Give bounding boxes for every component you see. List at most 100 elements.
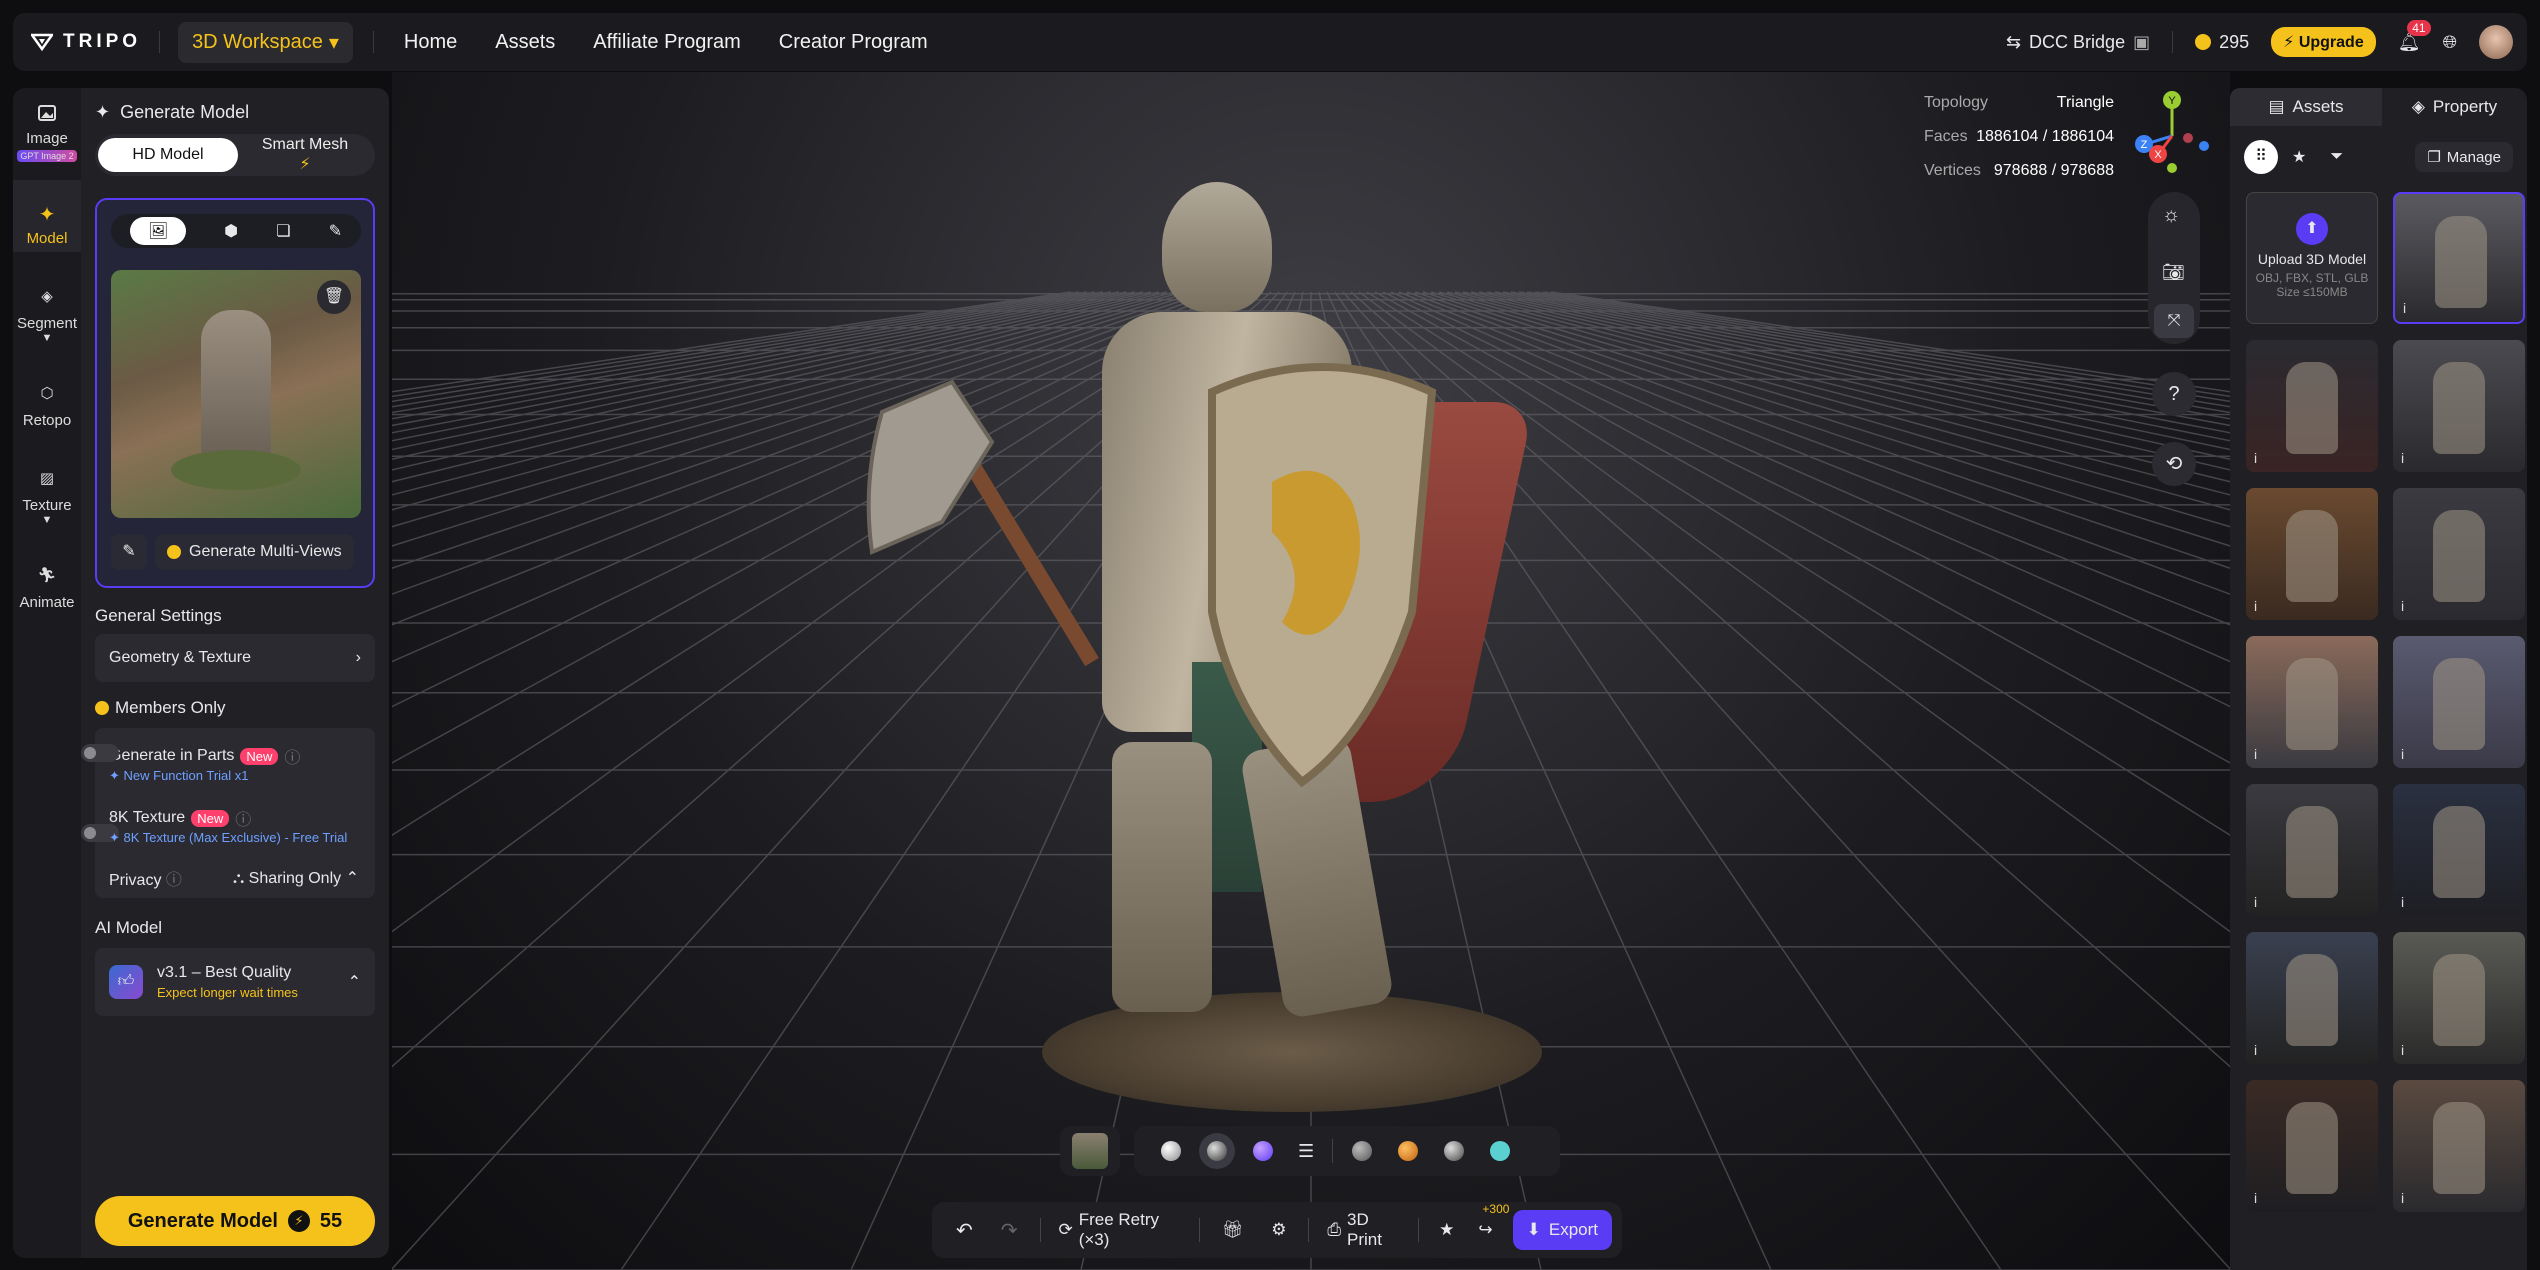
parts-toggle[interactable] xyxy=(81,744,119,762)
textured-mode-button[interactable] xyxy=(1207,1141,1227,1161)
grid-view-icon[interactable]: ⠿ xyxy=(2244,140,2278,174)
general-settings-heading: General Settings xyxy=(95,606,222,625)
left-nav-retopo[interactable]: ⬡ Retopo xyxy=(13,384,81,429)
nav-affiliate[interactable]: Affiliate Program xyxy=(593,31,740,54)
normal-mode-button[interactable] xyxy=(1253,1141,1273,1161)
members-label: Members Only xyxy=(115,698,226,717)
nav-creator[interactable]: Creator Program xyxy=(779,31,928,54)
env-orange-button[interactable] xyxy=(1398,1141,1419,1161)
asset-thumbnail[interactable]: i xyxy=(2246,340,2378,472)
left-nav-texture[interactable]: ▨ Texture ▼ xyxy=(13,469,81,526)
help-icon[interactable]: ⓘ xyxy=(166,872,182,889)
globe-icon[interactable]: 🌐︎ xyxy=(2443,32,2457,53)
asset-thumbnail[interactable]: i xyxy=(2393,784,2525,916)
settings-sliders-icon[interactable]: ☰ xyxy=(1298,1141,1314,1162)
info-icon[interactable]: i xyxy=(2254,450,2257,466)
rig-icon[interactable]: ⚙ xyxy=(1271,1220,1286,1240)
delete-image-button[interactable]: 🗑︎ xyxy=(317,280,351,314)
info-icon[interactable]: i xyxy=(2254,598,2257,614)
multi-image-tab[interactable]: ❏ xyxy=(276,221,290,241)
manage-button[interactable]: ❐ Manage xyxy=(2415,142,2513,172)
upload-size: Size ≤150MB xyxy=(2276,285,2348,299)
history-icon[interactable]: ⟲ xyxy=(2152,442,2196,486)
info-icon[interactable]: i xyxy=(2401,450,2404,466)
generate-multiviews-button[interactable]: Generate Multi-Views xyxy=(155,534,354,570)
uploaded-image[interactable]: 🗑︎ xyxy=(111,270,361,518)
asset-thumbnail[interactable]: i xyxy=(2246,784,2378,916)
star-icon[interactable]: ★ xyxy=(1439,1220,1454,1240)
asset-thumbnail[interactable]: i xyxy=(2393,192,2525,324)
credit-balance[interactable]: 295 xyxy=(2195,32,2249,53)
upgrade-button[interactable]: ⚡ Upgrade xyxy=(2271,27,2376,57)
asset-thumbnail[interactable]: i xyxy=(2393,340,2525,472)
assets-tab[interactable]: ▤ Assets xyxy=(2230,88,2382,126)
info-icon[interactable]: i xyxy=(2254,894,2257,910)
smart-mesh-tab[interactable]: Smart Mesh ⚡ xyxy=(238,128,372,182)
help-icon[interactable]: ? xyxy=(2152,372,2196,416)
pencil-tab[interactable]: ✎ xyxy=(329,221,342,241)
info-icon[interactable]: i xyxy=(2401,1190,2404,1206)
hd-model-tab[interactable]: HD Model xyxy=(98,138,238,172)
left-nav-segment[interactable]: ◈ Segment ▼ xyxy=(13,287,81,344)
property-tab[interactable]: ◈ Property xyxy=(2382,88,2527,126)
light-icon[interactable]: ☼ xyxy=(2162,204,2180,227)
env-grey-button[interactable] xyxy=(1352,1141,1373,1161)
info-icon[interactable]: i xyxy=(2403,300,2406,316)
asset-thumbnail[interactable]: i xyxy=(2246,1080,2378,1212)
info-icon[interactable]: i xyxy=(2401,1042,2404,1058)
upload-3d-model[interactable]: ⬆ Upload 3D Model OBJ, FBX, STL, GLB Siz… xyxy=(2246,192,2378,324)
tripo-logo[interactable]: TRIPO xyxy=(31,31,141,53)
redo-icon[interactable]: ↷ xyxy=(1001,1218,1018,1243)
left-nav-animate[interactable]: 🏃︎ Animate xyxy=(13,566,81,611)
generate-model-button[interactable]: Generate Model ⚡ 55 xyxy=(95,1196,375,1246)
axis-gizmo[interactable]: Y Z X xyxy=(2132,86,2212,176)
asset-thumbnail[interactable]: i xyxy=(2246,636,2378,768)
env-metal-button[interactable] xyxy=(1444,1141,1465,1161)
transform-icon[interactable]: ⤧ xyxy=(2154,304,2194,338)
asset-thumbnail[interactable]: i xyxy=(2393,1080,2525,1212)
info-icon[interactable]: i xyxy=(2401,894,2404,910)
cube-input-tab[interactable]: ⬢ xyxy=(224,221,238,241)
asset-thumbnail[interactable]: i xyxy=(2393,636,2525,768)
free-retry-button[interactable]: ⟳ Free Retry (×3) xyxy=(1058,1210,1180,1250)
gift-icon[interactable]: 🎁︎ xyxy=(1222,1220,1244,1240)
info-icon[interactable]: i xyxy=(2401,598,2404,614)
workspace-dropdown[interactable]: 3D Workspace ▾ xyxy=(178,21,353,63)
nav-home[interactable]: Home xyxy=(404,31,457,54)
share-button[interactable]: ↪ +300 xyxy=(1478,1202,1509,1240)
asset-thumbnail[interactable]: i xyxy=(2393,932,2525,1064)
info-icon[interactable]: i xyxy=(2254,746,2257,762)
ai-model-select[interactable]: 👍︎ v3.1 – Best Quality Expect longer wait… xyxy=(95,948,375,1016)
left-nav-model[interactable]: ✦ Model xyxy=(13,202,81,247)
3d-viewport[interactable]: Topology Triangle Faces 1886104 / 1886104 … xyxy=(392,72,2230,1270)
info-icon[interactable]: i xyxy=(2254,1190,2257,1206)
left-nav-image[interactable]: Image GPT Image 2 xyxy=(13,102,81,162)
help-icon[interactable]: ⓘ xyxy=(235,806,251,830)
3d-print-button[interactable]: ⎙ 3D Print xyxy=(1327,1210,1400,1250)
nav-assets[interactable]: Assets xyxy=(495,31,555,54)
edit-image-button[interactable]: ✎ xyxy=(111,534,147,570)
star-icon[interactable]: ★ xyxy=(2292,147,2306,167)
camera-icon[interactable]: 📷︎ xyxy=(2162,262,2185,283)
3d-model-warrior[interactable] xyxy=(862,182,1622,1142)
notifications-button[interactable]: 🔔︎ 41 xyxy=(2398,19,2431,53)
avatar[interactable] xyxy=(2479,25,2513,59)
preview-thumbnail-button[interactable] xyxy=(1060,1126,1120,1176)
filter-icon[interactable]: ⏷ xyxy=(2330,148,2343,166)
info-icon[interactable]: i xyxy=(2254,1042,2257,1058)
info-icon[interactable]: i xyxy=(2401,746,2404,762)
undo-icon[interactable]: ↶ xyxy=(956,1218,973,1243)
export-button[interactable]: ⬇ Export xyxy=(1512,1210,1613,1250)
smart-mesh-label: Smart Mesh xyxy=(261,136,349,153)
dcc-bridge-button[interactable]: ⇆ DCC Bridge ▣ xyxy=(2006,32,2150,53)
clay-mode-button[interactable] xyxy=(1161,1141,1181,1161)
env-teal-button[interactable] xyxy=(1490,1141,1511,1161)
asset-thumbnail[interactable]: i xyxy=(2246,488,2378,620)
geometry-texture-row[interactable]: Geometry & Texture › xyxy=(95,634,375,682)
image-input-tab[interactable]: 🖼︎ xyxy=(129,217,187,245)
help-icon[interactable]: ⓘ xyxy=(284,744,300,768)
trash-icon: 🗑︎ xyxy=(323,288,345,305)
privacy-select[interactable]: ⛬ Sharing Only ⌃ xyxy=(233,868,359,888)
asset-thumbnail[interactable]: i xyxy=(2246,932,2378,1064)
asset-thumbnail[interactable]: i xyxy=(2393,488,2525,620)
